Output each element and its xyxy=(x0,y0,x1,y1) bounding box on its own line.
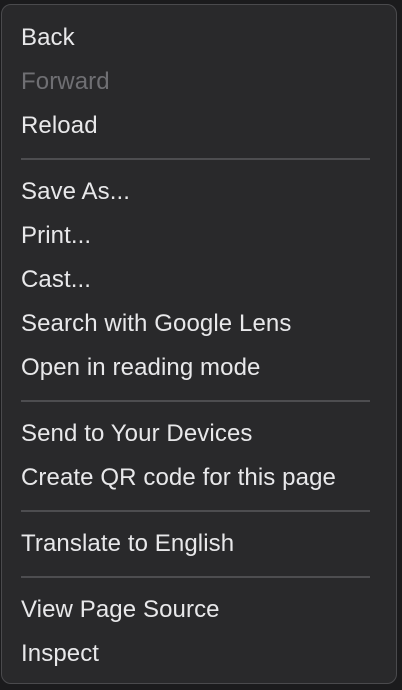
menu-item-open-reading-mode[interactable]: Open in reading mode xyxy=(2,346,396,390)
menu-item-create-qr-code[interactable]: Create QR code for this page xyxy=(2,456,396,500)
menu-separator xyxy=(21,576,370,578)
context-menu: Back Forward Reload Save As... Print... … xyxy=(1,4,397,684)
menu-item-reload[interactable]: Reload xyxy=(2,104,396,148)
menu-separator xyxy=(21,400,370,402)
menu-item-translate[interactable]: Translate to English xyxy=(2,522,396,566)
menu-item-search-google-lens[interactable]: Search with Google Lens xyxy=(2,302,396,346)
menu-item-send-to-devices[interactable]: Send to Your Devices xyxy=(2,412,396,456)
menu-item-back[interactable]: Back xyxy=(2,16,396,60)
menu-item-inspect[interactable]: Inspect xyxy=(2,632,396,676)
menu-separator xyxy=(21,158,370,160)
menu-item-print[interactable]: Print... xyxy=(2,214,396,258)
menu-separator xyxy=(21,510,370,512)
menu-item-cast[interactable]: Cast... xyxy=(2,258,396,302)
menu-item-forward: Forward xyxy=(21,68,110,95)
menu-item-save-as[interactable]: Save As... xyxy=(2,170,396,214)
menu-item-view-page-source[interactable]: View Page Source xyxy=(2,588,396,632)
